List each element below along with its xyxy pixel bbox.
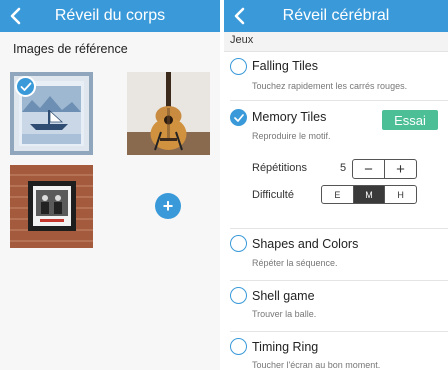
game-description: Toucher l'écran au bon moment. (252, 360, 381, 370)
plus-icon: + (162, 196, 174, 216)
difficulty-option-hard[interactable]: H (384, 186, 416, 203)
radio-unselected-icon[interactable] (230, 338, 247, 355)
difficulty-selector[interactable]: E M H (321, 185, 417, 204)
games-section-header: Jeux (224, 32, 448, 52)
checkmark-icon (20, 82, 31, 91)
radio-selected-icon[interactable] (230, 109, 247, 126)
game-description: Reproduire le motif. (252, 131, 331, 141)
reference-image-painting[interactable] (10, 72, 93, 155)
game-description: Touchez rapidement les carrés rouges. (252, 81, 408, 91)
radio-unselected-icon[interactable] (230, 235, 247, 252)
game-description: Répéter la séquence. (252, 258, 338, 268)
repetitions-value: 5 (340, 162, 347, 174)
left-nav-title: Réveil du corps (54, 7, 166, 24)
back-button[interactable] (4, 5, 26, 27)
repetitions-label: Répétitions (252, 162, 308, 174)
game-name: Shapes and Colors (252, 237, 359, 251)
body-wake-screen: Réveil du corps Images de référence + (0, 0, 220, 370)
brain-wake-screen: Réveil cérébral Jeux Falling Tiles Touch… (224, 0, 448, 370)
chevron-left-icon (234, 7, 245, 25)
game-description: Trouver la balle. (252, 309, 317, 319)
difficulty-option-easy[interactable]: E (322, 186, 353, 203)
back-button[interactable] (228, 5, 250, 27)
right-nav-bar: Réveil cérébral (224, 0, 448, 32)
increment-button[interactable]: + (384, 160, 416, 178)
radio-unselected-icon[interactable] (230, 58, 247, 75)
selected-check-badge (15, 76, 36, 97)
game-name: Falling Tiles (252, 59, 318, 73)
checkmark-icon (233, 113, 244, 122)
reference-image-framed-photo[interactable] (10, 165, 93, 248)
game-name: Timing Ring (252, 340, 319, 354)
reference-images-title: Images de référence (13, 42, 128, 56)
difficulty-label: Difficulté (252, 189, 294, 201)
game-name: Memory Tiles (252, 110, 327, 124)
repetitions-stepper[interactable]: − + (352, 159, 417, 179)
decrement-button[interactable]: − (353, 160, 384, 178)
game-timing-ring[interactable]: Timing Ring Toucher l'écran au bon momen… (224, 332, 448, 370)
right-nav-title: Réveil cérébral (282, 7, 390, 24)
game-falling-tiles[interactable]: Falling Tiles Touchez rapidement les car… (224, 52, 448, 104)
chevron-left-icon (10, 7, 21, 25)
game-shapes-and-colors[interactable]: Shapes and Colors Répéter la séquence. (224, 229, 448, 281)
add-image-button[interactable]: + (155, 193, 181, 219)
left-nav-bar: Réveil du corps (0, 0, 220, 32)
radio-unselected-icon[interactable] (230, 287, 247, 304)
reference-image-guitar[interactable] (127, 72, 210, 155)
game-name: Shell game (252, 289, 315, 303)
difficulty-option-medium[interactable]: M (352, 186, 385, 203)
try-button[interactable]: Essai (382, 110, 438, 130)
game-shell-game[interactable]: Shell game Trouver la balle. (224, 281, 448, 333)
guitar-image (127, 72, 210, 155)
framed-photo-image (10, 165, 93, 248)
